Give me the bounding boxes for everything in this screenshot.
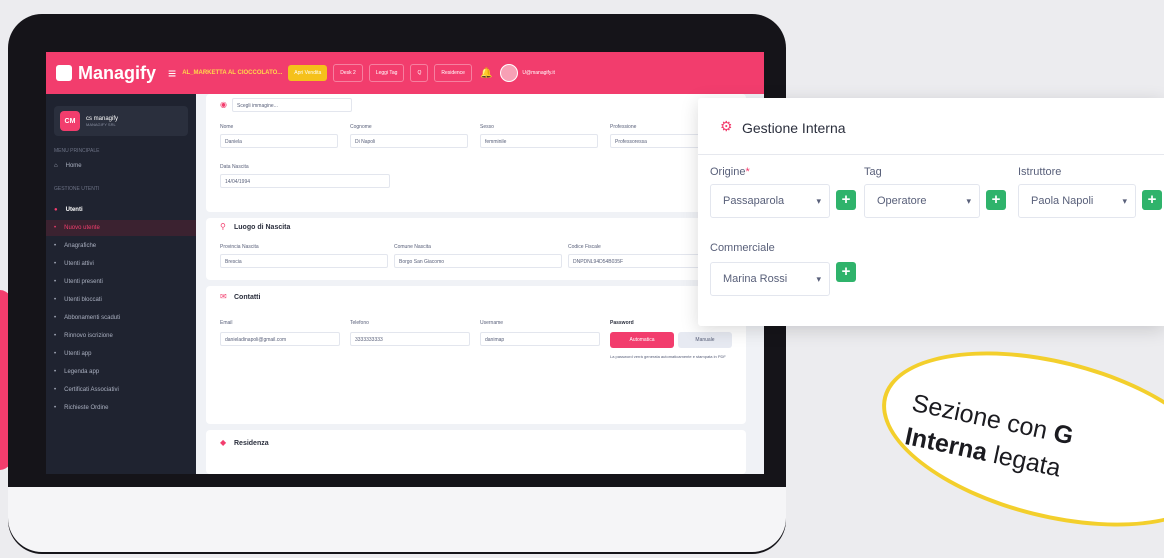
home-icon: ⌂ <box>54 163 58 169</box>
username-field[interactable]: danimap <box>480 332 600 346</box>
camera-icon: ◉ <box>220 100 227 109</box>
breadcrumb[interactable]: AL_MARKETTA AL CIOCCOLATO... <box>182 70 282 76</box>
image-upload-input[interactable]: Scegli immagine... <box>232 98 352 112</box>
username-label: Username <box>480 320 504 326</box>
cognome-label: Cognome <box>350 124 372 130</box>
telefono-field[interactable]: 3333333333 <box>350 332 470 346</box>
sidebar-item-certificati[interactable]: • Certificati Associativi <box>46 382 196 398</box>
home-pin-icon: ◆ <box>220 438 227 447</box>
top-bar: Managify ≡ AL_MARKETTA AL CIOCCOLATO... … <box>46 52 764 94</box>
apri-vendita-button[interactable]: Apri Vendita <box>288 65 328 81</box>
residence-button[interactable]: Residence <box>434 64 472 82</box>
user-icon: ● <box>54 207 58 213</box>
desk-button[interactable]: Desk 2 <box>333 64 363 82</box>
password-label: Password <box>610 320 634 326</box>
tag-select[interactable]: Operatore ▾ <box>864 184 980 218</box>
app-screen: Managify ≡ AL_MARKETTA AL CIOCCOLATO... … <box>46 52 764 474</box>
password-auto-button[interactable]: Automatica <box>610 332 674 348</box>
comune-select[interactable]: Borgo San Giacomo <box>394 254 562 268</box>
provincia-label: Provincia Nascita <box>220 244 259 250</box>
chevron-down-icon: ▾ <box>1122 195 1127 206</box>
sidebar-item-utenti-app[interactable]: • Utenti app <box>46 346 196 362</box>
location-icon: ⚲ <box>220 222 226 231</box>
contatti-card: ✉ Contatti Email danieladinapoli@gmail.c… <box>206 286 746 424</box>
sidebar-item-utenti-bloccati[interactable]: • Utenti bloccati <box>46 292 196 308</box>
data-nascita-field[interactable]: 14/04/1994 <box>220 174 390 188</box>
add-commerciale-button[interactable]: + <box>836 262 856 282</box>
sidebar: CM cs managify MANAGIFY SRL MENU PRINCIP… <box>46 94 196 474</box>
professione-label: Professione <box>610 124 637 130</box>
password-manual-button[interactable]: Manuale <box>678 332 732 348</box>
sidebar-item-nuovo-utente[interactable]: • Nuovo utente <box>46 220 196 236</box>
main-content: ◉ Scegli immagine... Nome Daniela Cognom… <box>196 94 764 474</box>
residenza-card: ◆ Residenza <box>206 430 746 474</box>
app-logo: Managify <box>78 62 157 83</box>
user-avatar: CM <box>60 111 80 131</box>
provincia-select[interactable]: Brescia <box>220 254 388 268</box>
cf-label: Codice Fiscale <box>568 244 601 250</box>
user-company: MANAGIFY SRL <box>86 121 116 127</box>
chevron-down-icon: ▾ <box>816 195 821 206</box>
avatar[interactable] <box>500 64 519 82</box>
nome-field[interactable]: Daniela <box>220 134 338 148</box>
mail-icon: ✉ <box>220 292 227 301</box>
password-note: La password verrà generata automaticamen… <box>610 354 726 359</box>
sidebar-group-utenti[interactable]: ● Utenti <box>46 202 196 218</box>
sidebar-item-utenti-attivi[interactable]: • Utenti attivi <box>46 256 196 272</box>
istruttore-select[interactable]: Paola Napoli ▾ <box>1018 184 1136 218</box>
comune-label: Comune Nascita <box>394 244 431 250</box>
sidebar-item-legenda-app[interactable]: • Legenda app <box>46 364 196 380</box>
chevron-down-icon: ▾ <box>966 195 971 206</box>
origine-select[interactable]: Passaparola ▾ <box>710 184 830 218</box>
leggi-tag-button[interactable]: Leggi Tag <box>368 64 405 82</box>
add-tag-button[interactable]: + <box>986 190 1006 210</box>
bell-icon[interactable]: 🔔 <box>480 68 492 79</box>
gestione-interna-panel: ⚙ Gestione Interna Origine* Passaparola ▾… <box>698 98 1164 326</box>
add-origine-button[interactable]: + <box>836 190 856 210</box>
email-label: Email <box>220 320 233 326</box>
luogo-title: Luogo di Nascita <box>234 224 291 231</box>
data-nascita-label: Data Nascita <box>220 164 249 170</box>
monitor-chin <box>8 487 786 552</box>
sidebar-user[interactable]: CM cs managify MANAGIFY SRL <box>54 106 188 136</box>
cognome-field[interactable]: Di Napoli <box>350 134 468 148</box>
logo-icon <box>56 65 72 81</box>
residenza-title: Residenza <box>234 440 269 447</box>
chevron-down-icon: ▾ <box>816 273 821 284</box>
anagrafica-card: ◉ Scegli immagine... Nome Daniela Cognom… <box>206 94 746 212</box>
luogo-nascita-card: ⚲ Luogo di Nascita Provincia Nascita Bre… <box>206 218 746 280</box>
email-field[interactable]: danieladinapoli@gmail.com <box>220 332 340 346</box>
user-email[interactable]: U@managify.it <box>522 70 555 76</box>
sidebar-item-home[interactable]: ⌂ Home <box>46 158 196 174</box>
panel-title: Gestione Interna <box>742 120 846 136</box>
gears-icon: ⚙ <box>720 118 733 134</box>
search-button[interactable]: Q <box>410 64 429 82</box>
sidebar-item-rinnovo[interactable]: • Rinnovo iscrizione <box>46 328 196 344</box>
sidebar-item-richieste-ordine[interactable]: • Richieste Ordine <box>46 400 196 416</box>
sidebar-section-menu: MENU PRINCIPALE <box>54 148 100 154</box>
menu-icon[interactable]: ≡ <box>168 65 176 81</box>
add-istruttore-button[interactable]: + <box>1142 190 1162 210</box>
telefono-label: Telefono <box>350 320 369 326</box>
tag-label: Tag <box>864 166 882 178</box>
sesso-select[interactable]: femminile <box>480 134 598 148</box>
istruttore-label: Istruttore <box>1018 166 1062 178</box>
panel-header: ⚙ Gestione Interna <box>698 98 1164 155</box>
sidebar-section-utenti: GESTIONE UTENTI <box>54 186 100 192</box>
origine-label: Origine* <box>710 166 750 178</box>
sidebar-item-abbonamenti-scaduti[interactable]: • Abbonamenti scaduti <box>46 310 196 326</box>
commerciale-label: Commerciale <box>710 242 775 254</box>
nome-label: Nome <box>220 124 234 130</box>
sesso-label: Sesso <box>480 124 494 130</box>
contatti-title: Contatti <box>234 294 261 301</box>
sidebar-item-utenti-presenti[interactable]: • Utenti presenti <box>46 274 196 290</box>
sidebar-item-anagrafiche[interactable]: • Anagrafiche <box>46 238 196 254</box>
commerciale-select[interactable]: Marina Rossi ▾ <box>710 262 830 296</box>
